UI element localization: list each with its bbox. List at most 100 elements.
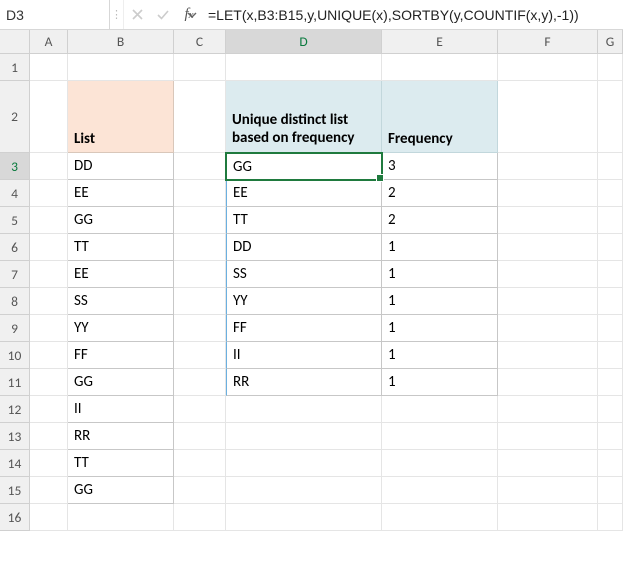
- cell[interactable]: [598, 81, 623, 153]
- row-header[interactable]: 6: [0, 234, 30, 261]
- cell[interactable]: [598, 342, 623, 369]
- cell[interactable]: [382, 423, 498, 450]
- row-header[interactable]: 9: [0, 315, 30, 342]
- cell[interactable]: [30, 81, 68, 153]
- cell[interactable]: [174, 504, 226, 531]
- header-unique[interactable]: Unique distinct list based on frequency: [226, 81, 382, 153]
- cell[interactable]: FF: [68, 342, 174, 369]
- cell[interactable]: [498, 207, 598, 234]
- spreadsheet-grid[interactable]: A B C D E F G 1 2 List Unique distinct l…: [0, 30, 623, 531]
- cell[interactable]: 1: [382, 261, 498, 288]
- cell[interactable]: [174, 207, 226, 234]
- cell[interactable]: [30, 504, 68, 531]
- cell[interactable]: [598, 369, 623, 396]
- row-header[interactable]: 8: [0, 288, 30, 315]
- cell[interactable]: [226, 396, 382, 423]
- cell[interactable]: 1: [382, 288, 498, 315]
- cell[interactable]: [174, 369, 226, 396]
- row-header[interactable]: 1: [0, 54, 30, 81]
- cell[interactable]: DD: [68, 153, 174, 180]
- cell[interactable]: [30, 369, 68, 396]
- col-header[interactable]: E: [382, 30, 498, 54]
- cell[interactable]: SS: [68, 288, 174, 315]
- cell[interactable]: [498, 261, 598, 288]
- cell[interactable]: [226, 423, 382, 450]
- cell[interactable]: [174, 81, 226, 153]
- cell[interactable]: [30, 54, 68, 81]
- cell[interactable]: [598, 180, 623, 207]
- cell[interactable]: [174, 477, 226, 504]
- cell[interactable]: [598, 315, 623, 342]
- formula-input[interactable]: [202, 7, 623, 23]
- cell[interactable]: [498, 369, 598, 396]
- cell[interactable]: [30, 342, 68, 369]
- cell[interactable]: [30, 234, 68, 261]
- cell[interactable]: EE: [68, 180, 174, 207]
- cell[interactable]: [382, 54, 498, 81]
- cell[interactable]: RR: [68, 423, 174, 450]
- cell[interactable]: [598, 261, 623, 288]
- cell[interactable]: RR: [226, 369, 382, 396]
- cell[interactable]: [598, 423, 623, 450]
- row-header[interactable]: 12: [0, 396, 30, 423]
- cell[interactable]: [30, 423, 68, 450]
- cell[interactable]: [498, 396, 598, 423]
- cell[interactable]: TT: [68, 234, 174, 261]
- cell[interactable]: [30, 477, 68, 504]
- cell[interactable]: [30, 396, 68, 423]
- cell[interactable]: [68, 54, 174, 81]
- cell[interactable]: [174, 261, 226, 288]
- cell[interactable]: [68, 504, 174, 531]
- col-header[interactable]: D: [226, 30, 382, 54]
- cell[interactable]: [174, 288, 226, 315]
- col-header[interactable]: B: [68, 30, 174, 54]
- cell[interactable]: 2: [382, 207, 498, 234]
- cell[interactable]: [30, 153, 68, 180]
- select-all-corner[interactable]: [0, 30, 30, 54]
- cell[interactable]: TT: [226, 207, 382, 234]
- cell[interactable]: [498, 153, 598, 180]
- col-header[interactable]: C: [174, 30, 226, 54]
- cell[interactable]: 1: [382, 234, 498, 261]
- cell[interactable]: [30, 450, 68, 477]
- cell[interactable]: [174, 54, 226, 81]
- cell[interactable]: [174, 450, 226, 477]
- cell[interactable]: [498, 180, 598, 207]
- cell[interactable]: [598, 396, 623, 423]
- active-cell[interactable]: GG: [226, 153, 382, 180]
- cell[interactable]: [30, 207, 68, 234]
- row-header[interactable]: 2: [0, 81, 30, 153]
- cell[interactable]: [498, 81, 598, 153]
- cell[interactable]: [382, 504, 498, 531]
- cell[interactable]: TT: [68, 450, 174, 477]
- col-header[interactable]: G: [598, 30, 623, 54]
- row-header[interactable]: 4: [0, 180, 30, 207]
- cell[interactable]: [498, 54, 598, 81]
- cell[interactable]: 2: [382, 180, 498, 207]
- cell[interactable]: [498, 234, 598, 261]
- cell[interactable]: [226, 504, 382, 531]
- cell[interactable]: 1: [382, 369, 498, 396]
- col-header[interactable]: A: [30, 30, 68, 54]
- cell[interactable]: [498, 315, 598, 342]
- cell[interactable]: SS: [226, 261, 382, 288]
- cell[interactable]: [382, 450, 498, 477]
- cell[interactable]: YY: [68, 315, 174, 342]
- cell[interactable]: [598, 504, 623, 531]
- cell[interactable]: 1: [382, 315, 498, 342]
- cell[interactable]: [30, 261, 68, 288]
- cell[interactable]: [226, 450, 382, 477]
- col-header[interactable]: F: [498, 30, 598, 54]
- cell[interactable]: [174, 153, 226, 180]
- row-header[interactable]: 3: [0, 153, 30, 180]
- cell[interactable]: [382, 396, 498, 423]
- cell[interactable]: [498, 504, 598, 531]
- cell[interactable]: [226, 477, 382, 504]
- cell[interactable]: GG: [68, 369, 174, 396]
- cell[interactable]: DD: [226, 234, 382, 261]
- cell[interactable]: II: [68, 396, 174, 423]
- cell[interactable]: [598, 477, 623, 504]
- cell[interactable]: [498, 342, 598, 369]
- cell[interactable]: [598, 450, 623, 477]
- cell[interactable]: [382, 477, 498, 504]
